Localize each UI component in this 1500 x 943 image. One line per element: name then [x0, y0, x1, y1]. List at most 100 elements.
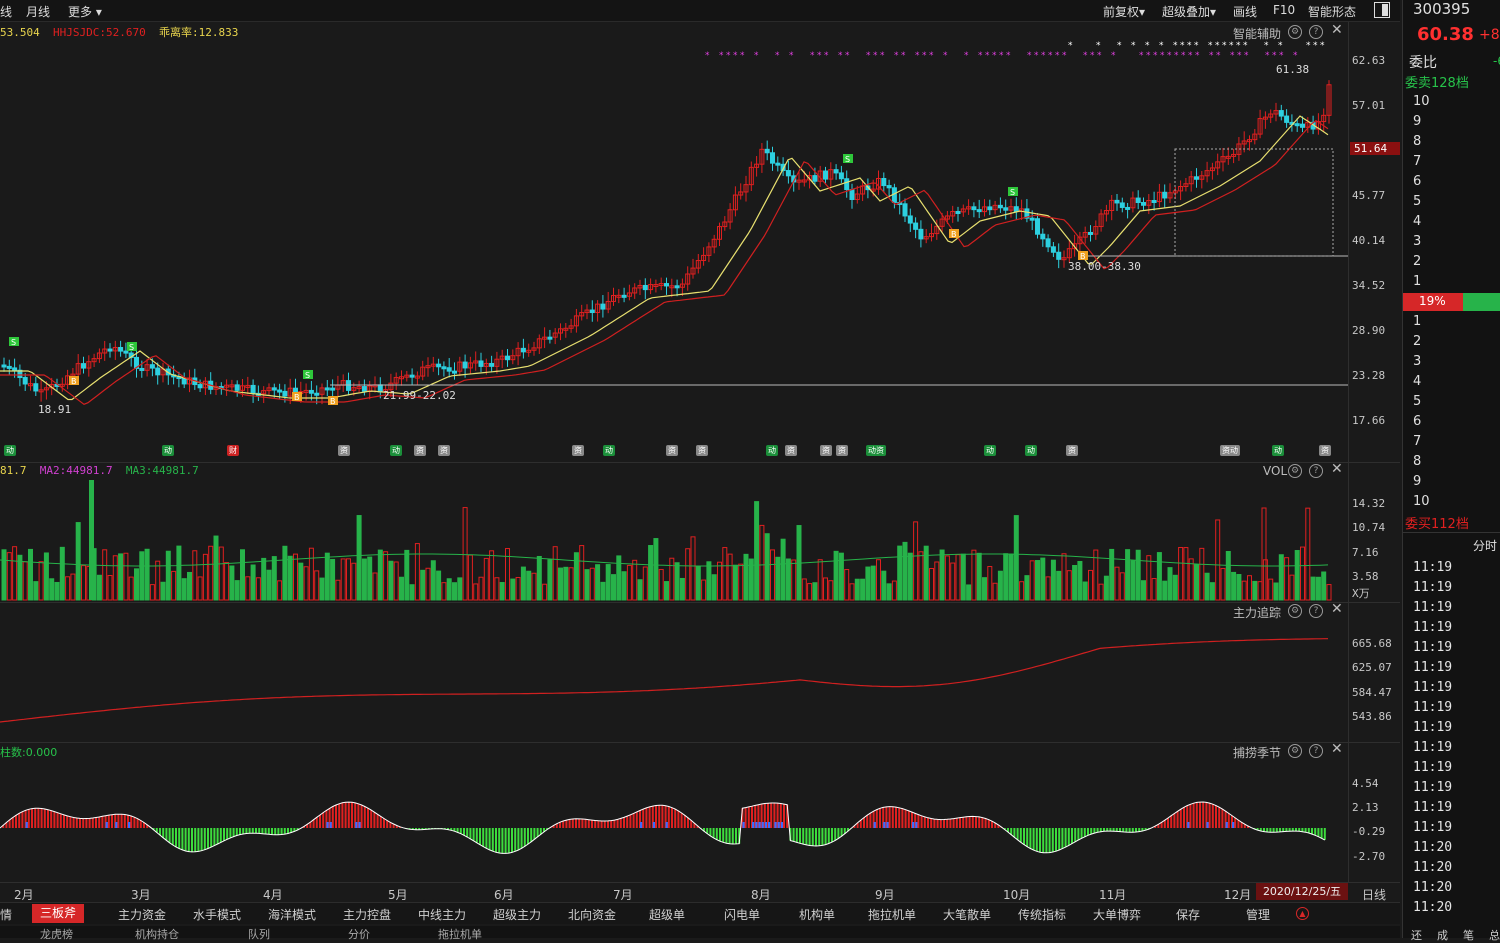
tab-item[interactable]: 水手模式 — [193, 906, 241, 923]
signal-tag: 资 — [572, 445, 584, 456]
tab-item[interactable]: 大笔散单 — [943, 906, 991, 923]
volume-bar — [976, 552, 982, 601]
volume-bar — [1326, 584, 1332, 601]
volume-bar — [314, 570, 320, 601]
candle — [1, 364, 7, 368]
candle — [330, 387, 336, 391]
tab-item[interactable]: 主力资金 — [118, 906, 166, 923]
volume-bar — [483, 557, 489, 601]
tab-item[interactable]: 中线主力 — [418, 906, 466, 923]
tab-item[interactable]: 主力控盘 — [343, 906, 391, 923]
xaxis-month: 7月 — [613, 888, 633, 902]
volume-bar — [229, 565, 235, 601]
low-price-label: 18.91 — [38, 403, 72, 416]
signal-star: * — [1048, 51, 1053, 61]
signal-tag: 动 — [1272, 445, 1284, 456]
volume-bar — [717, 561, 722, 601]
volume-bar — [987, 566, 993, 601]
signal-star: * — [1096, 41, 1101, 51]
tab-item[interactable]: 超级单 — [649, 906, 685, 923]
volume-bar — [75, 522, 81, 601]
volume-bar — [102, 549, 108, 601]
tick-time: 11:20 — [1413, 840, 1453, 855]
volume-bar — [467, 554, 473, 601]
tick-time: 11:19 — [1413, 660, 1453, 675]
signal-star: * — [943, 51, 948, 61]
trading-app-window: { "topbar": { "left_items": ["线", "月线", … — [0, 0, 1500, 942]
volume-bar — [118, 553, 124, 601]
volume-bar — [876, 559, 881, 601]
tab-item[interactable]: 超级主力 — [493, 906, 541, 923]
volume-bar — [1231, 571, 1237, 601]
volume-bar — [1188, 558, 1194, 601]
tab-item[interactable]: 机构单 — [799, 906, 835, 923]
tab-item[interactable]: 保存 — [1176, 906, 1200, 923]
volume-bar — [197, 576, 203, 601]
subtab-item[interactable]: 机构持仓 — [135, 926, 179, 942]
sell-level: 7 — [1413, 154, 1422, 169]
sell-marker-label: S — [845, 155, 850, 164]
volume-bar — [1029, 560, 1035, 601]
candle — [1050, 246, 1056, 253]
volume-bar — [1098, 583, 1104, 601]
signal-star: * — [992, 51, 997, 61]
subtab-item[interactable]: 队列 — [248, 926, 270, 942]
candle — [149, 364, 155, 369]
candle — [1125, 206, 1131, 210]
signal-star: * — [1278, 41, 1283, 51]
signal-tag: 资 — [438, 445, 450, 456]
volume-bar — [897, 545, 903, 601]
tab-item[interactable]: 大单博弈 — [1093, 906, 1141, 923]
subtab-item[interactable]: 分价 — [348, 926, 370, 942]
volume-bar — [287, 555, 293, 601]
signal-star: * — [1236, 41, 1241, 51]
volume-bar — [1215, 519, 1221, 601]
tab-item[interactable]: 管理 — [1246, 906, 1270, 923]
volume-bar — [1172, 574, 1178, 601]
period-label[interactable]: 日线 — [1362, 886, 1386, 903]
tab-item[interactable]: 闪电单 — [724, 906, 760, 923]
volume-bar — [780, 538, 786, 601]
volume-bar — [1008, 553, 1014, 601]
volume-bar — [664, 581, 669, 601]
bottom-tab[interactable]: 总 — [1489, 927, 1500, 943]
volume-bar — [271, 556, 277, 601]
volume-bar — [261, 557, 267, 601]
subtab-item[interactable]: 龙虎榜 — [40, 926, 73, 942]
volume-bar — [1156, 552, 1162, 601]
tab-item[interactable]: 海洋模式 — [268, 906, 316, 923]
signal-tag: 动 — [1025, 445, 1037, 456]
volume-bar — [1135, 549, 1141, 601]
main-force-line — [0, 638, 1328, 723]
signal-star: * — [985, 51, 990, 61]
volume-bar — [218, 546, 224, 601]
volume-bar — [960, 553, 966, 601]
tab-item-active[interactable]: 三板斧 — [32, 904, 85, 923]
tab-item[interactable]: 传统指标 — [1018, 906, 1066, 923]
candle — [1045, 238, 1051, 248]
candle — [642, 284, 648, 291]
volume-bar — [605, 564, 611, 601]
candle — [997, 204, 1003, 209]
tab-item[interactable]: 情 — [0, 906, 12, 923]
volume-bar — [160, 581, 166, 601]
bottom-tab[interactable]: 笔 — [1463, 927, 1474, 943]
volume-bar — [907, 552, 913, 601]
volume-bar — [754, 501, 760, 601]
collapse-icon[interactable]: ▲ — [1296, 907, 1309, 920]
subtab-item[interactable]: 拖拉机单 — [438, 926, 482, 942]
tick-time: 11:19 — [1413, 700, 1453, 715]
candle — [833, 169, 839, 174]
yaxis-label: 23.28 — [1352, 369, 1386, 382]
bottom-tab[interactable]: 成 — [1437, 927, 1448, 943]
buy-marker-label: B — [951, 230, 957, 239]
volume-bar — [1204, 572, 1210, 601]
candle — [1151, 199, 1157, 203]
volume-bar — [324, 552, 330, 601]
tab-item[interactable]: 拖拉机单 — [868, 906, 916, 923]
bottom-tab[interactable]: 还 — [1411, 927, 1422, 943]
volume-bar — [1241, 580, 1247, 601]
tab-item[interactable]: 北向资金 — [568, 906, 616, 923]
volume-bar — [727, 553, 733, 601]
candle — [664, 283, 669, 287]
